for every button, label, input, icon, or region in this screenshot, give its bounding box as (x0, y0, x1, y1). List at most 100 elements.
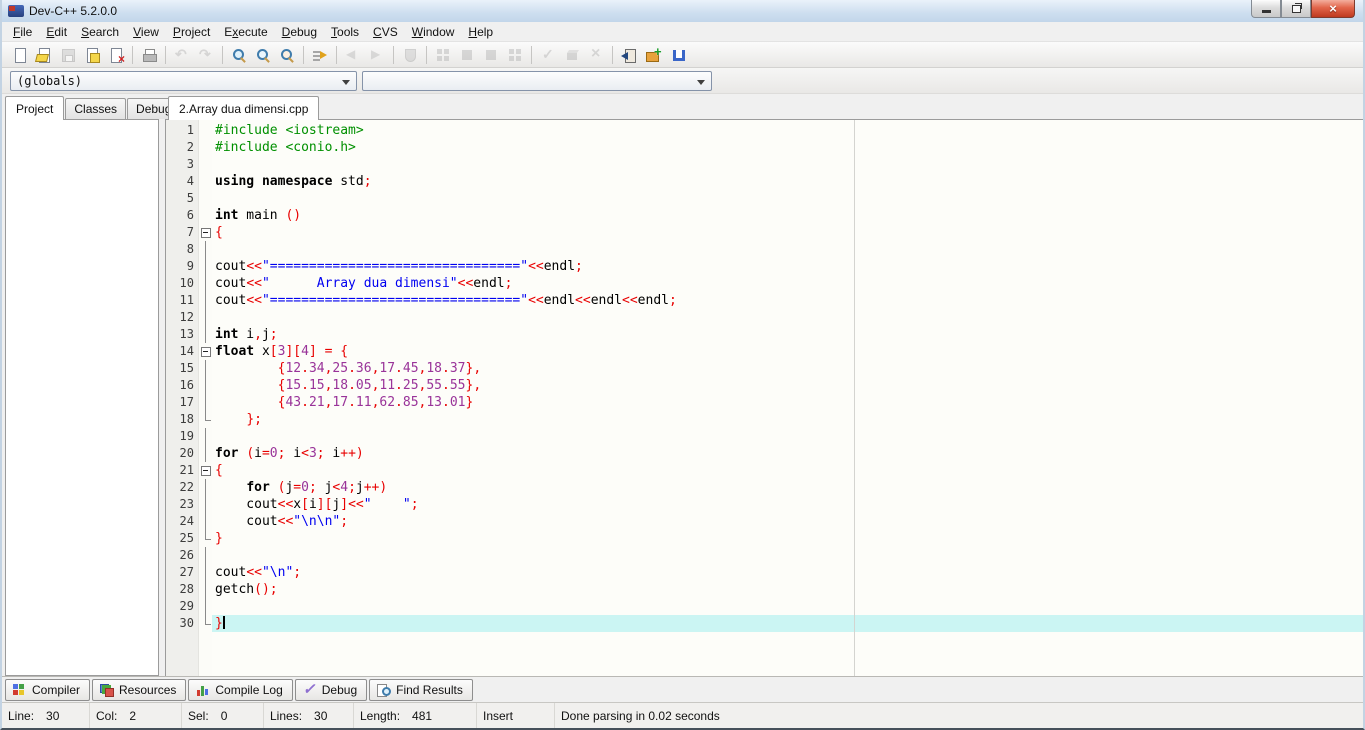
fold-marker[interactable] (199, 615, 212, 632)
project-browser-panel[interactable] (5, 119, 159, 676)
code-line[interactable] (212, 190, 1363, 207)
line-number: 9 (186, 259, 194, 273)
close-button[interactable]: × (1311, 0, 1355, 18)
goto-line-button[interactable] (308, 44, 332, 66)
undo-icon (174, 46, 190, 63)
sidebar-tab-classes[interactable]: Classes (65, 98, 127, 119)
fold-gutter-cell (199, 173, 212, 190)
globals-combobox[interactable]: (globals) (10, 70, 357, 91)
code-line[interactable]: #include <iostream> (212, 122, 1363, 139)
find-button[interactable] (227, 44, 251, 66)
code-line[interactable]: for (j=0; j<4;j++) (212, 479, 1363, 496)
restore-button[interactable] (1281, 0, 1311, 18)
insert-button[interactable] (617, 44, 641, 66)
menu-item-file[interactable]: File (6, 23, 39, 41)
fold-marker (199, 547, 212, 564)
fold-gutter-cell (199, 156, 212, 173)
line-number: 6 (186, 208, 194, 222)
code-line[interactable] (212, 428, 1363, 445)
editor-line: 29 (166, 598, 1363, 615)
back-button (341, 44, 365, 66)
code-line[interactable] (212, 598, 1363, 615)
code-line[interactable]: cout<<"================================"… (212, 292, 1363, 309)
syntax-check-button (536, 44, 560, 66)
code-line[interactable]: {15.15,18.05,11.25,55.55}, (212, 377, 1363, 394)
replace-button[interactable] (275, 44, 299, 66)
code-line[interactable]: int main () (212, 207, 1363, 224)
menu-item-search[interactable]: Search (74, 23, 126, 41)
code-line[interactable]: for (i=0; i<3; i++) (212, 445, 1363, 462)
code-line[interactable]: getch(); (212, 581, 1363, 598)
code-line[interactable]: cout<<x[i][j]<<" "; (212, 496, 1363, 513)
remove-from-project-button[interactable] (665, 44, 689, 66)
code-line[interactable] (212, 156, 1363, 173)
code-line[interactable]: { (212, 462, 1363, 479)
bottom-tab-debug[interactable]: Debug (294, 678, 368, 701)
app-icon (8, 5, 24, 17)
code-line[interactable]: } (212, 615, 1363, 632)
menu-item-cvs[interactable]: CVS (366, 23, 405, 41)
code-line[interactable]: {12.34,25.36,17.45,18.37}, (212, 360, 1363, 377)
menu-item-tools[interactable]: Tools (324, 23, 366, 41)
print-button[interactable] (137, 44, 161, 66)
fold-marker[interactable] (199, 411, 212, 428)
editor-line: 18 }; (166, 411, 1363, 428)
menu-item-help[interactable]: Help (461, 23, 500, 41)
menu-item-view[interactable]: View (126, 23, 166, 41)
file-tab[interactable]: 2.Array dua dimensi.cpp (168, 96, 320, 120)
code-editor[interactable]: 1 #include <iostream> 2 #include <conio.h> 3… (165, 119, 1363, 676)
open-file-button[interactable] (32, 44, 56, 66)
chevron-down-icon (697, 79, 705, 85)
code-line[interactable]: { (212, 224, 1363, 241)
editor-line: 15 {12.34,25.36,17.45,18.37}, (166, 360, 1363, 377)
code-line[interactable]: int i,j; (212, 326, 1363, 343)
editor-line: 10 cout<<" Array dua dimensi"<<endl; (166, 275, 1363, 292)
new-file-button[interactable] (8, 44, 32, 66)
code-line[interactable] (212, 547, 1363, 564)
bottom-tab-resources[interactable]: Resources (92, 678, 187, 701)
menu-item-edit[interactable]: Edit (39, 23, 74, 41)
editor-line: 22 for (j=0; j<4;j++) (166, 479, 1363, 496)
code-line[interactable]: {43.21,17.11,62.85,13.01} (212, 394, 1363, 411)
code-line[interactable] (212, 241, 1363, 258)
sidebar-tab-project[interactable]: Project (5, 96, 65, 120)
code-line[interactable]: cout<<" Array dua dimensi"<<endl; (212, 275, 1363, 292)
menu-item-window[interactable]: Window (405, 23, 462, 41)
bottom-tab-compiler[interactable]: Compiler (5, 678, 91, 701)
code-line[interactable]: float x[3][4] = { (212, 343, 1363, 360)
add-to-project-button[interactable] (641, 44, 665, 66)
redo-button (194, 44, 218, 66)
code-line[interactable]: #include <conio.h> (212, 139, 1363, 156)
fold-marker[interactable] (199, 462, 212, 479)
code-line[interactable] (212, 309, 1363, 326)
line-number: 18 (179, 412, 194, 426)
editor-line: 7{ (166, 224, 1363, 241)
menu-item-execute[interactable]: Execute (217, 23, 274, 41)
close-file-button[interactable] (104, 44, 128, 66)
bottom-tab-find-results[interactable]: Find Results (369, 678, 473, 701)
fold-marker[interactable] (199, 224, 212, 241)
code-line[interactable]: cout<<"\n"; (212, 564, 1363, 581)
line-number: 3 (186, 157, 194, 171)
fold-marker[interactable] (199, 530, 212, 547)
toolbar-separator (426, 45, 427, 64)
profile-button (398, 44, 422, 66)
code-line[interactable]: cout<<"\n\n"; (212, 513, 1363, 530)
menu-item-project[interactable]: Project (166, 23, 217, 41)
find-in-files-button[interactable] (251, 44, 275, 66)
menu-item-debug[interactable]: Debug (275, 23, 324, 41)
fold-marker (199, 292, 212, 309)
open-file-icon (36, 47, 52, 63)
members-combobox[interactable] (362, 70, 712, 91)
fold-marker[interactable] (199, 343, 212, 360)
fold-marker (199, 377, 212, 394)
status-line: Line: 30 (2, 703, 90, 728)
bottom-tab-compile-log[interactable]: Compile Log (188, 678, 293, 701)
save-all-button[interactable] (80, 44, 104, 66)
window-title: Dev-C++ 5.2.0.0 (29, 4, 118, 18)
code-line[interactable]: cout<<"================================"… (212, 258, 1363, 275)
minimize-button[interactable] (1251, 0, 1281, 18)
code-line[interactable]: using namespace std; (212, 173, 1363, 190)
code-line[interactable]: } (212, 530, 1363, 547)
code-line[interactable]: }; (212, 411, 1363, 428)
